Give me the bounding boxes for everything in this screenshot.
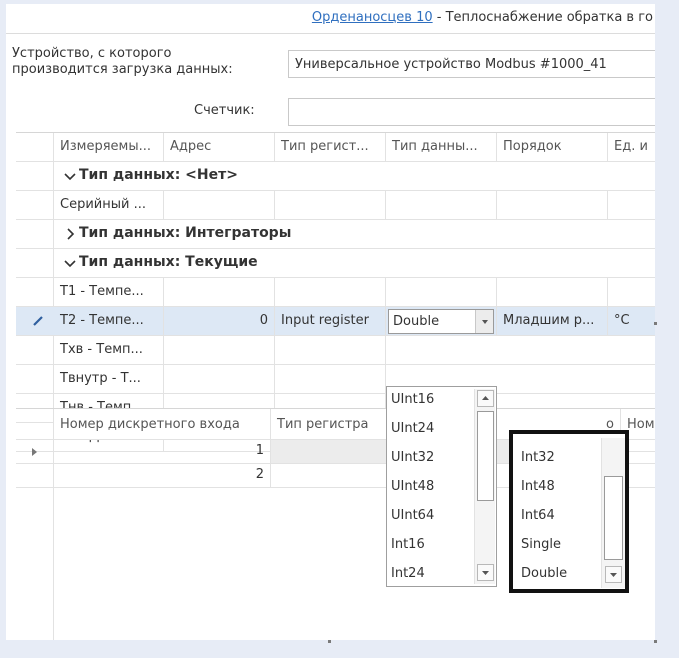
cell-register-type[interactable] [275,278,386,306]
scroll-down-button[interactable] [477,564,494,581]
group-label-none: Тип данных: <Нет> [79,167,238,183]
cell-data-type[interactable] [386,278,497,306]
chevron-down-icon[interactable] [63,167,77,185]
cell-data-type[interactable] [386,191,497,219]
resize-handle[interactable] [654,322,657,325]
device-label-line1: Устройство, с которого [12,46,172,61]
cell-discrete-input[interactable]: 1 [54,440,271,463]
popup-item[interactable]: Int48 [521,479,555,494]
data-type-dropdown-list[interactable]: UInt16 UInt24 UInt32 UInt48 UInt64 Int16… [386,386,497,587]
col-header-unit[interactable]: Ед. и [608,133,655,161]
dropdown-scrollbar[interactable] [474,389,495,584]
cell-measured[interactable]: Твнутр - Т... [54,365,164,393]
arrow-down-icon [482,571,489,575]
dropdown-item[interactable]: Int16 [391,537,425,552]
cell-order[interactable] [497,191,608,219]
counter-label: Счетчик: [194,103,255,118]
breadcrumb-rest: - Теплоснабжение обратка в го [432,10,653,25]
counter-field[interactable] [288,98,655,126]
grid-header-row: Измеряемы... Адрес Тип регист... Тип дан… [16,133,655,162]
caret-down-icon [482,320,488,324]
cell-address[interactable] [164,336,275,364]
popup-item[interactable]: Int64 [521,508,555,523]
dropdown-item[interactable]: UInt48 [391,479,434,494]
cell-order[interactable] [497,278,608,306]
row-pointer-icon [32,448,37,456]
popup-scroll-down-button[interactable] [605,566,622,583]
cell-address[interactable] [164,365,275,393]
breadcrumb: Орденаносцев 10 - Теплоснабжение обратка… [312,10,653,25]
dropdown-item[interactable]: Int24 [391,566,425,581]
data-type-editor[interactable]: Double [388,309,494,334]
col-header-register-type[interactable]: Тип регист... [275,133,386,161]
arrow-down-icon [610,573,617,577]
arrow-up-icon [482,396,489,400]
cell-measured[interactable]: Серийный ... [54,191,164,219]
window: Орденаносцев 10 - Теплоснабжение обратка… [6,4,655,640]
cell-register-type[interactable]: Input register [275,307,386,335]
pencil-icon [33,316,43,326]
popup-scroll-thumb[interactable] [604,476,623,560]
popup-item[interactable]: Single [521,537,561,552]
col-header-data-type[interactable]: Тип данны... [386,133,497,161]
col-header-address[interactable]: Адрес [164,133,275,161]
dropdown-item[interactable]: UInt24 [391,421,434,436]
cell-unit[interactable]: °C [608,307,655,335]
dropdown-item[interactable]: UInt32 [391,450,434,465]
group-row-integrators[interactable]: Тип данных: Интеграторы [16,220,655,249]
cell-measured[interactable]: Тхв - Темп... [54,336,164,364]
cell-register-type[interactable] [275,336,386,364]
group-row-current[interactable]: Тип данных: Текущие [16,249,655,278]
popup-item[interactable]: Double [521,566,567,581]
table-row-selected[interactable]: Т2 - Темпе... 0 Input register Double Мл… [16,307,655,336]
title-bar: Орденаносцев 10 - Теплоснабжение обратка… [6,4,655,34]
cell-address[interactable] [164,278,275,306]
group-label-integrators: Тип данных: Интеграторы [79,225,292,241]
col-header-discrete-input[interactable]: Номер дискретного входа [54,409,271,439]
dropdown-button[interactable] [475,310,493,333]
highlighted-type-list[interactable]: Int32 Int48 Int64 Single Double [509,430,629,593]
dropdown-item[interactable]: UInt64 [391,508,434,523]
table-row[interactable]: Т1 - Темпе... [16,278,655,307]
table-row[interactable]: Тхв - Темп... [16,336,655,365]
dropdown-item[interactable]: UInt16 [391,392,434,407]
group-label-current: Тип данных: Текущие [79,254,258,270]
cell-measured[interactable]: Т2 - Темпе... [54,307,164,335]
col-header-measured[interactable]: Измеряемы... [54,133,164,161]
device-label-line2: производится загрузка данных: [12,62,233,77]
cell-discrete-input[interactable]: 2 [54,464,271,487]
scroll-thumb[interactable] [477,411,494,501]
resize-handle[interactable] [654,640,657,643]
chevron-down-icon[interactable] [63,254,77,272]
resize-handle[interactable] [328,640,331,643]
col-header-order[interactable]: Порядок [497,133,608,161]
cell-register-type[interactable] [275,365,386,393]
data-type-value: Double [393,314,440,329]
chevron-right-icon[interactable] [63,225,77,243]
table-row[interactable]: Твнутр - Т... [16,365,655,394]
object-link[interactable]: Орденаносцев 10 [312,10,433,25]
popup-scrollbar[interactable] [601,438,625,588]
group-row-none[interactable]: Тип данных: <Нет> [16,162,655,191]
table-row[interactable]: Серийный ... [16,191,655,220]
cell-register-type[interactable] [275,191,386,219]
popup-item[interactable]: Int32 [521,450,555,465]
cell-measured[interactable]: Т1 - Темпе... [54,278,164,306]
cell-order[interactable]: Младшим р... [497,307,608,335]
cell-address[interactable] [164,191,275,219]
device-field[interactable]: Универсальное устройство Modbus #1000_41 [288,50,655,78]
scroll-up-button[interactable] [477,390,494,407]
cell-address[interactable]: 0 [164,307,275,335]
data-type-combo[interactable]: Double [386,307,497,335]
